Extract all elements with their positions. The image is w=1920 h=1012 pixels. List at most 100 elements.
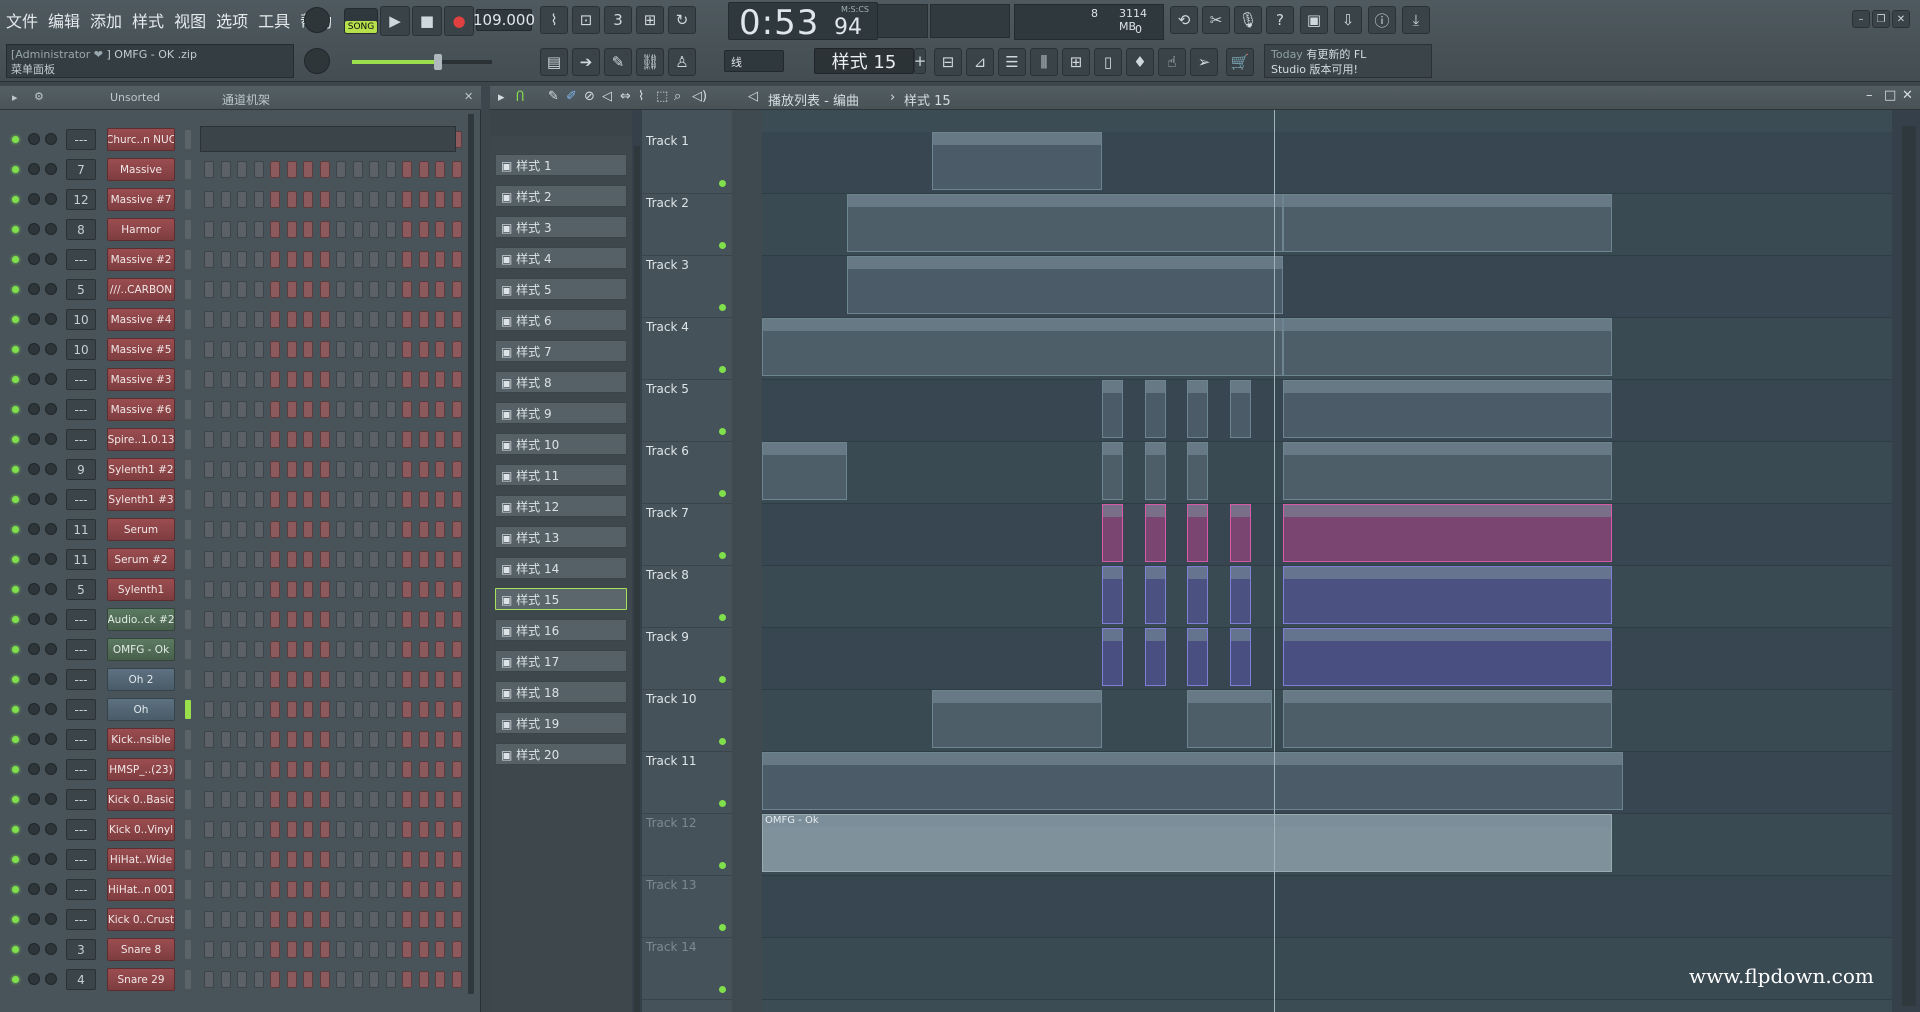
step-button[interactable] (418, 551, 429, 568)
channel-volume-knob[interactable] (45, 373, 57, 385)
step-button[interactable] (237, 911, 247, 928)
step-button[interactable] (352, 851, 363, 868)
step-button[interactable] (319, 251, 330, 268)
channel-volume-knob[interactable] (45, 553, 57, 565)
step-button[interactable] (385, 641, 396, 658)
step-button[interactable] (352, 641, 363, 658)
step-button[interactable] (220, 251, 231, 268)
select-tool-icon[interactable]: ⬚ (656, 89, 668, 104)
step-button[interactable] (270, 191, 280, 208)
step-button[interactable] (435, 941, 445, 958)
channel-select-indicator[interactable] (185, 880, 191, 899)
pattern-item[interactable]: ▣ 样式 17 (495, 650, 627, 672)
step-button[interactable] (336, 731, 346, 748)
step-button[interactable] (319, 821, 330, 838)
step-button[interactable] (286, 821, 297, 838)
step-button[interactable] (270, 671, 280, 688)
main-pitch-knob[interactable] (304, 48, 330, 74)
step-button[interactable] (237, 671, 247, 688)
step-button[interactable] (220, 551, 231, 568)
step-button[interactable] (319, 371, 330, 388)
step-button[interactable] (237, 251, 247, 268)
step-button[interactable] (204, 311, 214, 328)
step-button[interactable] (319, 701, 330, 718)
step-button[interactable] (352, 761, 363, 778)
channel-volume-knob[interactable] (45, 523, 57, 535)
step-button[interactable] (402, 371, 412, 388)
step-button[interactable] (435, 221, 445, 238)
step-button[interactable] (253, 761, 264, 778)
audio-clip[interactable]: OMFG - Ok (762, 814, 1612, 872)
channel-name-button[interactable]: Massive #4 (107, 308, 175, 331)
channel-mixer-track[interactable]: 7 (66, 159, 96, 180)
wait-input-icon[interactable]: ⊡ (572, 6, 600, 34)
rack-menu-arrow-icon[interactable]: ▸ (12, 91, 18, 104)
step-button[interactable] (253, 191, 264, 208)
playlist-clip[interactable] (1102, 504, 1124, 562)
playlist-clip[interactable] (932, 690, 1102, 748)
channel-select-indicator[interactable] (185, 700, 191, 719)
step-button[interactable] (402, 731, 412, 748)
step-button[interactable] (451, 791, 462, 808)
playlist-clip[interactable] (762, 442, 847, 500)
step-button[interactable] (402, 881, 412, 898)
step-button[interactable] (451, 911, 462, 928)
step-button[interactable] (352, 311, 363, 328)
step-button[interactable] (303, 491, 313, 508)
step-button[interactable] (220, 821, 231, 838)
step-button[interactable] (435, 881, 445, 898)
pattern-item[interactable]: ▣ 样式 14 (495, 557, 627, 579)
step-button[interactable] (435, 671, 445, 688)
channel-select-indicator[interactable] (185, 910, 191, 929)
record-button[interactable]: ● (444, 6, 474, 36)
step-button[interactable] (385, 371, 396, 388)
channel-name-button[interactable]: Massive (107, 158, 175, 181)
step-button[interactable] (220, 161, 231, 178)
channel-mute-led[interactable] (12, 736, 19, 743)
step-button[interactable] (418, 491, 429, 508)
step-button[interactable] (435, 911, 445, 928)
step-button[interactable] (336, 341, 346, 358)
step-button[interactable] (418, 431, 429, 448)
step-button[interactable] (402, 611, 412, 628)
playlist-clip[interactable] (1102, 566, 1124, 624)
step-button[interactable] (270, 971, 280, 988)
step-button[interactable] (303, 581, 313, 598)
channel-mute-led[interactable] (12, 136, 19, 143)
step-button[interactable] (270, 731, 280, 748)
playlist-clip[interactable] (1144, 442, 1166, 500)
step-button[interactable] (418, 311, 429, 328)
channel-volume-knob[interactable] (45, 433, 57, 445)
step-button[interactable] (451, 551, 462, 568)
step-button[interactable] (369, 551, 379, 568)
playlist-clip[interactable] (1144, 566, 1166, 624)
step-button[interactable] (204, 221, 214, 238)
step-button[interactable] (220, 701, 231, 718)
step-button[interactable] (204, 791, 214, 808)
channel-volume-knob[interactable] (45, 793, 57, 805)
step-button[interactable] (270, 581, 280, 598)
step-button[interactable] (385, 971, 396, 988)
channel-mixer-track[interactable]: --- (66, 729, 96, 750)
channel-name-button[interactable]: Snare 29 (107, 968, 175, 991)
step-button[interactable] (418, 941, 429, 958)
step-button[interactable] (286, 971, 297, 988)
pattern-item[interactable]: ▣ 样式 8 (495, 371, 627, 393)
step-button[interactable] (220, 461, 231, 478)
channel-pan-knob[interactable] (28, 373, 40, 385)
pattern-scrollbar[interactable] (634, 146, 640, 1012)
step-button[interactable] (303, 161, 313, 178)
step-button[interactable] (451, 731, 462, 748)
step-button[interactable] (418, 671, 429, 688)
step-button[interactable] (451, 401, 462, 418)
step-button[interactable] (204, 551, 214, 568)
step-button[interactable] (402, 761, 412, 778)
step-button[interactable] (352, 341, 363, 358)
channel-select-indicator[interactable] (185, 670, 191, 689)
channel-select-indicator[interactable] (185, 460, 191, 479)
song-mode-toggle[interactable]: SONG (344, 8, 378, 34)
step-button[interactable] (435, 461, 445, 478)
pattern-item[interactable]: ▣ 样式 7 (495, 340, 627, 362)
step-button[interactable] (253, 791, 264, 808)
step-button[interactable] (319, 491, 330, 508)
